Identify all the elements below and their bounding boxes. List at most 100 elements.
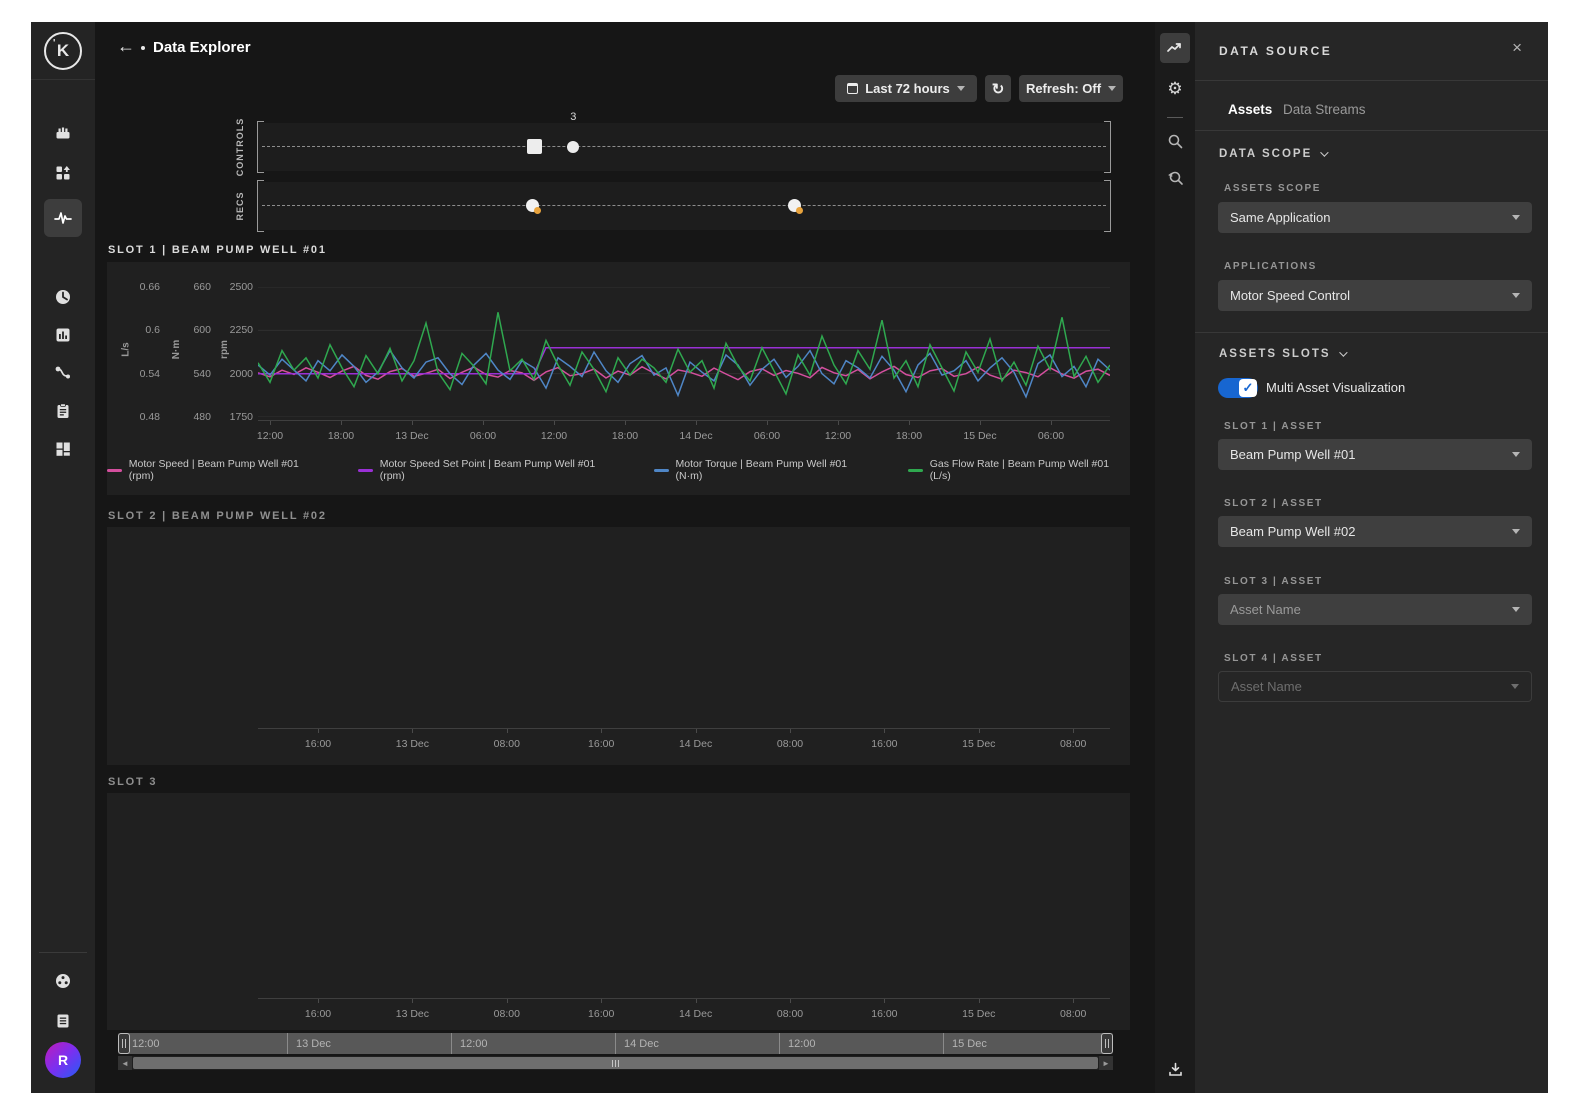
zoom-tool-button[interactable]: [1160, 126, 1190, 156]
horizontal-scrollbar: ◄ ►: [118, 1056, 1113, 1070]
legend-swatch: [908, 469, 923, 472]
slot2-asset-value: Beam Pump Well #02: [1230, 524, 1356, 539]
panel-divider: [1195, 332, 1548, 333]
y-axis-tick-label: 480: [167, 411, 211, 423]
sidebar-item-applications[interactable]: [44, 154, 82, 192]
legend-swatch: [654, 469, 669, 472]
chevron-down-icon: [1339, 348, 1347, 356]
assets-slots-section-header[interactable]: ASSETS SLOTS: [1219, 348, 1345, 360]
slot1-x-axis: [258, 420, 1110, 421]
track-bracket-right: [1104, 121, 1111, 173]
page-title: Data Explorer: [153, 39, 251, 56]
chevron-down-icon: [1512, 607, 1520, 612]
kelvin-logo[interactable]: ' K: [44, 32, 82, 70]
sidebar-item-dashboards[interactable]: [44, 430, 82, 468]
x-axis-tick-label: 16:00: [305, 738, 331, 750]
time-range-label: Last 72 hours: [865, 81, 950, 96]
sidebar-divider: [39, 952, 87, 953]
sidebar-item-docs[interactable]: [44, 1002, 82, 1040]
slot1-asset-label: SLOT 1 | ASSET: [1224, 421, 1323, 432]
user-avatar[interactable]: R: [45, 1042, 81, 1078]
auto-refresh-button[interactable]: Refresh: Off: [1019, 75, 1123, 102]
applications-dropdown[interactable]: Motor Speed Control: [1218, 280, 1532, 311]
data-scope-section-header[interactable]: DATA SCOPE: [1219, 148, 1326, 160]
legend-item[interactable]: Motor Speed | Beam Pump Well #01 (rpm): [107, 458, 324, 482]
x-axis-tick-label: 15 Dec: [963, 430, 996, 442]
brush-handle-right[interactable]: [1101, 1033, 1113, 1054]
slot3-asset-label: SLOT 3 | ASSET: [1224, 576, 1323, 587]
applications-value: Motor Speed Control: [1230, 288, 1350, 303]
scroll-left-arrow[interactable]: ◄: [118, 1056, 132, 1070]
sidebar-item-reports[interactable]: [44, 316, 82, 354]
recs-event-track[interactable]: RECS: [258, 182, 1110, 230]
y-axis-tick-label: 2000: [209, 368, 253, 380]
magnifier-icon: [1167, 133, 1184, 150]
brush-segment-label: 14 Dec: [615, 1033, 779, 1054]
slot2-chart-panel[interactable]: 16:0013 Dec08:0016:0014 Dec08:0016:0015 …: [107, 527, 1130, 765]
sidebar-item-global[interactable]: [44, 962, 82, 1000]
x-axis-tick-label: 12:00: [825, 430, 851, 442]
slot1-plot-area[interactable]: [258, 287, 1110, 417]
trend-tool-button[interactable]: [1160, 33, 1190, 63]
chevron-down-icon: [1512, 293, 1520, 298]
chart-settings-button[interactable]: ⚙: [1160, 74, 1190, 104]
x-axis-tick-label: 18:00: [612, 430, 638, 442]
track-dashed-line: [262, 146, 1106, 147]
slot2-asset-dropdown[interactable]: Beam Pump Well #02: [1218, 516, 1532, 547]
close-icon[interactable]: ×: [1512, 38, 1522, 58]
scroll-right-arrow[interactable]: ►: [1099, 1056, 1113, 1070]
legend-item[interactable]: Motor Speed Set Point | Beam Pump Well #…: [358, 458, 620, 482]
slot4-asset-dropdown[interactable]: Asset Name: [1218, 671, 1532, 702]
zoom-reset-button[interactable]: [1160, 163, 1190, 193]
time-brush-selection[interactable]: 12:0013 Dec12:0014 Dec12:0015 Dec: [124, 1033, 1107, 1054]
control-event-marker[interactable]: [567, 141, 579, 153]
slot1-asset-dropdown[interactable]: Beam Pump Well #01: [1218, 439, 1532, 470]
scrollbar-thumb[interactable]: [133, 1057, 1098, 1069]
assets-scope-label: ASSETS SCOPE: [1224, 183, 1321, 194]
slot1-asset-value: Beam Pump Well #01: [1230, 447, 1356, 462]
slot4-asset-value: Asset Name: [1231, 679, 1302, 694]
dashboard-tiles-icon: [54, 440, 72, 458]
y-axis-unit-nm: N·m: [171, 340, 182, 359]
sidebar-item-audit-log[interactable]: [44, 392, 82, 430]
tab-data-streams[interactable]: Data Streams: [1283, 102, 1366, 117]
y-axis-tick-label: 0.6: [116, 324, 160, 336]
slot3-chart-panel[interactable]: 16:0013 Dec08:0016:0014 Dec08:0016:0015 …: [107, 793, 1130, 1030]
y-axis-tick-label: 540: [167, 368, 211, 380]
back-arrow-icon[interactable]: ←: [117, 36, 135, 57]
brush-handle-left[interactable]: [118, 1033, 130, 1054]
refresh-mode-label: Refresh: Off: [1026, 81, 1101, 96]
tab-assets[interactable]: Assets: [1228, 102, 1272, 117]
slot3-asset-value: Asset Name: [1230, 602, 1301, 617]
panel-divider: [1195, 130, 1548, 131]
refresh-now-button[interactable]: ↻: [985, 75, 1011, 102]
x-axis-tick-label: 06:00: [1038, 430, 1064, 442]
controls-event-track[interactable]: CONTROLS 3: [258, 123, 1110, 171]
assets-scope-dropdown[interactable]: Same Application: [1218, 202, 1532, 233]
time-range-button[interactable]: Last 72 hours: [835, 75, 977, 102]
recommendation-marker[interactable]: [788, 199, 801, 212]
document-icon: [54, 1012, 72, 1030]
sidebar-item-recent[interactable]: [44, 278, 82, 316]
x-axis-tick-label: 14 Dec: [679, 1008, 712, 1020]
logo-letter: K: [57, 41, 69, 61]
legend-label: Motor Speed Set Point | Beam Pump Well #…: [380, 458, 620, 482]
control-event-marker[interactable]: [527, 139, 542, 154]
sidebar-item-assets[interactable]: [44, 114, 82, 152]
slot3-asset-dropdown[interactable]: Asset Name: [1218, 594, 1532, 625]
multi-asset-toggle-label: Multi Asset Visualization: [1266, 380, 1405, 395]
download-button[interactable]: [1160, 1054, 1190, 1084]
legend-item[interactable]: Motor Torque | Beam Pump Well #01 (N·m): [654, 458, 874, 482]
x-axis-tick-label: 06:00: [470, 430, 496, 442]
legend-item[interactable]: Gas Flow Rate | Beam Pump Well #01 (L/s): [908, 458, 1130, 482]
y-axis-tick-label: 0.54: [116, 368, 160, 380]
x-axis-tick-label: 16:00: [871, 1008, 897, 1020]
multi-asset-toggle[interactable]: ✓: [1218, 378, 1258, 398]
x-axis-tick-label: 08:00: [1060, 738, 1086, 750]
slot2-title: SLOT 2 | BEAM PUMP WELL #02: [108, 510, 327, 522]
brush-segment-label: 12:00: [124, 1033, 287, 1054]
gear-icon: ⚙: [1167, 79, 1182, 99]
sidebar-item-pipelines[interactable]: [44, 354, 82, 392]
recommendation-marker[interactable]: [526, 199, 539, 212]
sidebar-item-data-explorer[interactable]: [44, 199, 82, 237]
